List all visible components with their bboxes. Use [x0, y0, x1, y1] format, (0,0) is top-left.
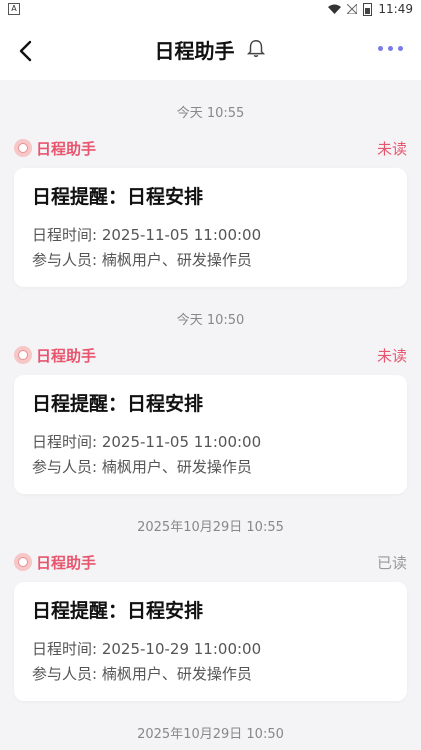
schedule-time: 日程时间: 2025-10-29 11:00:00 — [32, 640, 262, 658]
read-status-badge: 未读 — [376, 346, 407, 365]
assistant-avatar-icon — [14, 553, 32, 571]
assistant-avatar-icon — [14, 346, 32, 364]
sender: 日程助手 — [14, 138, 96, 159]
schedule-time: 日程时间: 2025-11-05 11:00:00 — [32, 226, 262, 244]
participants: 参与人员: 楠枫用户、研发操作员 — [32, 251, 252, 269]
battery-icon — [363, 2, 373, 16]
back-button[interactable] — [12, 36, 42, 66]
participants: 参与人员: 楠枫用户、研发操作员 — [32, 665, 252, 683]
app-indicator-icon: A — [8, 3, 20, 15]
schedule-time: 日程时间: 2025-11-05 11:00:00 — [32, 433, 262, 451]
message-time: 2025年10月29日 10:50 — [137, 727, 284, 742]
message-title: 日程提醒：日程安排 — [32, 186, 204, 208]
message-card[interactable]: 日程提醒：日程安排 日程时间: 2025-11-05 11:00:00 参与人员… — [14, 375, 407, 494]
assistant-avatar-icon — [14, 139, 32, 157]
message-title: 日程提醒：日程安排 — [32, 393, 204, 415]
read-status-badge: 已读 — [376, 553, 407, 572]
message-title: 日程提醒：日程安排 — [32, 600, 204, 622]
message-time: 今天 10:55 — [176, 106, 245, 121]
message-card[interactable]: 日程提醒：日程安排 日程时间: 2025-10-29 11:00:00 参与人员… — [14, 582, 407, 701]
header: 日程助手 — [0, 18, 421, 80]
sender: 日程助手 — [14, 552, 96, 573]
wifi-icon — [328, 4, 342, 14]
sender-name: 日程助手 — [36, 346, 97, 365]
message-header: 日程助手 未读 — [14, 136, 407, 160]
page-title: 日程助手 — [154, 38, 235, 63]
more-dot — [398, 46, 403, 51]
more-options-button[interactable] — [378, 46, 403, 51]
message-time: 2025年10月29日 10:55 — [137, 520, 284, 535]
message-header: 日程助手 未读 — [14, 343, 407, 367]
message-feed: 今天 10:55 日程助手 未读 日程提醒：日程安排 日程时间: 2025-11… — [0, 102, 421, 747]
message-card[interactable]: 日程提醒：日程安排 日程时间: 2025-11-05 11:00:00 参与人员… — [14, 168, 407, 287]
signal-icon — [347, 4, 358, 14]
more-dot — [388, 46, 393, 51]
read-status-badge: 未读 — [376, 139, 407, 158]
bell-icon[interactable] — [245, 38, 267, 60]
sender-name: 日程助手 — [36, 139, 97, 158]
message-header: 日程助手 已读 — [14, 550, 407, 574]
status-time: 11:49 — [378, 2, 413, 16]
participants: 参与人员: 楠枫用户、研发操作员 — [32, 458, 252, 476]
sender: 日程助手 — [14, 345, 96, 366]
more-dot — [378, 46, 383, 51]
sender-name: 日程助手 — [36, 553, 97, 572]
status-bar: A 11:49 — [0, 0, 421, 18]
message-time: 今天 10:50 — [176, 313, 245, 328]
